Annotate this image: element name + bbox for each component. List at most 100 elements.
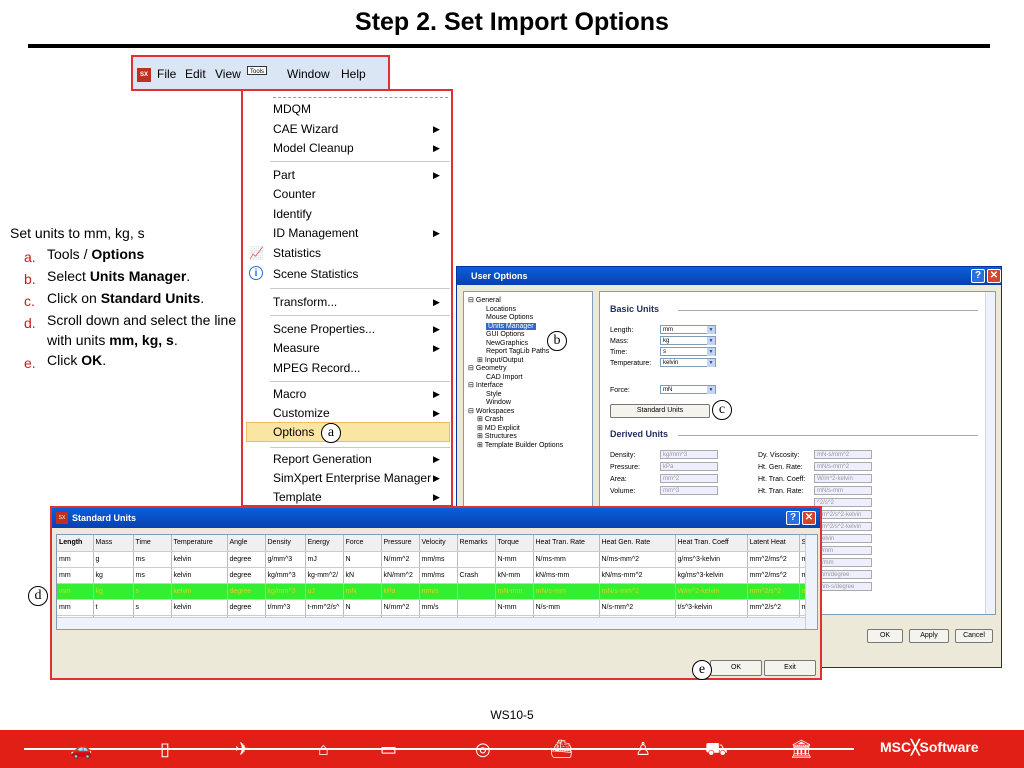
table-cell: kelvin xyxy=(171,567,228,584)
density-field: kg/mm^3 xyxy=(660,450,718,459)
step-a: Tools / Options xyxy=(47,246,145,262)
column-header[interactable]: Torque xyxy=(495,535,534,552)
table-cell: g/ms^3-kelvin xyxy=(675,551,748,568)
close-icon[interactable]: ✕ xyxy=(802,511,816,525)
menu-item-identify[interactable]: Identify xyxy=(273,205,312,223)
force-select[interactable]: mN ▼ xyxy=(660,385,716,394)
column-header[interactable]: Heat Gen. Rate xyxy=(599,535,676,552)
volume-field: mm^3 xyxy=(660,486,718,495)
airplane-icon: ✈ xyxy=(235,739,251,759)
time-select[interactable]: s ▼ xyxy=(660,347,716,356)
menu-item-id-management[interactable]: ID Management xyxy=(273,224,358,242)
menu-item-scene-properties[interactable]: Scene Properties... xyxy=(273,320,375,338)
menu-item-macro[interactable]: Macro xyxy=(273,385,306,403)
menu-item-template[interactable]: Template xyxy=(273,488,322,505)
column-header[interactable]: Remarks xyxy=(457,535,496,552)
table-row[interactable]: mm g ms kelvin degree g/mm^3 mJ N N/mm^2 mm/ms N-m… xyxy=(57,551,811,568)
column-header[interactable]: Density xyxy=(265,535,306,552)
column-header[interactable]: Heat Tran. Coeff xyxy=(675,535,748,552)
menu-edit[interactable]: Edit xyxy=(183,66,208,82)
derived-field: -s/mm xyxy=(814,558,872,567)
ht-gen-rate-field: mN/s-mm^2 xyxy=(814,462,872,471)
table-cell xyxy=(457,599,496,616)
mass-label: Mass: xyxy=(610,338,629,345)
car-icon: 🚗 xyxy=(70,739,93,759)
column-header[interactable]: Velocity xyxy=(419,535,458,552)
submenu-arrow-icon: ▶ xyxy=(433,324,440,334)
menu-item-part[interactable]: Part xyxy=(273,166,295,184)
tree-expander-icon[interactable]: ⊟ xyxy=(468,408,474,415)
menu-window[interactable]: Window xyxy=(285,66,332,82)
column-header[interactable]: Angle xyxy=(227,535,266,552)
menu-item-report-generation[interactable]: Report Generation xyxy=(273,450,372,468)
horizontal-scrollbar[interactable] xyxy=(57,617,805,629)
tree-expander-icon[interactable]: ⊞ xyxy=(477,442,483,449)
column-header[interactable]: Mass xyxy=(93,535,134,552)
table-cell: N/mm^2 xyxy=(381,599,420,616)
tree-expander-icon[interactable]: ⊟ xyxy=(468,297,474,304)
standard-units-table: Length Mass Time Temperature Angle Density Ene… xyxy=(57,535,811,629)
menu-file[interactable]: File xyxy=(155,66,178,82)
brand-logo: MSC╳Software xyxy=(880,739,979,755)
column-header[interactable]: Temperature xyxy=(171,535,228,552)
temperature-select[interactable]: kelvin ▼ xyxy=(660,358,716,367)
length-select[interactable]: mm ▼ xyxy=(660,325,716,334)
step-d: Scroll down and select the line with uni… xyxy=(47,312,237,348)
tree-expander-icon[interactable]: ⊞ xyxy=(477,357,483,364)
menu-item-customize[interactable]: Customize xyxy=(273,404,330,422)
column-header[interactable]: Heat Tran. Rate xyxy=(533,535,600,552)
menu-tools[interactable]: Tools xyxy=(247,66,268,75)
table-cell: kg/mm^3 xyxy=(265,583,306,600)
time-label: Time: xyxy=(610,349,628,356)
ht-tran-rate-field: mN/s-mm xyxy=(814,486,872,495)
tree-expander-icon[interactable]: ⊞ xyxy=(477,416,483,423)
menu-item-counter[interactable]: Counter xyxy=(273,185,316,203)
close-icon[interactable]: ✕ xyxy=(987,269,1001,283)
tree-node[interactable]: ⊞ Template Builder Options xyxy=(477,441,563,450)
table-cell: kN/mm^2 xyxy=(381,567,420,584)
help-icon[interactable]: ? xyxy=(786,511,800,525)
callout-e: e xyxy=(692,660,712,680)
menu-item-mdqm[interactable]: MDQM xyxy=(273,100,311,118)
table-cell: g/mm^3 xyxy=(265,551,306,568)
table-cell: N-mm xyxy=(495,551,534,568)
column-header[interactable]: Length xyxy=(57,535,94,552)
derived-field: N/mm xyxy=(814,546,872,555)
callout-a: a xyxy=(321,423,341,443)
menu-item-cae-wizard[interactable]: CAE Wizard xyxy=(273,120,338,138)
column-header[interactable]: Pressure xyxy=(381,535,420,552)
exit-button[interactable]: Exit xyxy=(764,660,816,676)
menu-item-options[interactable]: Options xyxy=(273,423,314,441)
column-header[interactable]: Latent Heat xyxy=(747,535,800,552)
table-cell: t xyxy=(93,599,134,616)
menu-item-model-cleanup[interactable]: Model Cleanup xyxy=(273,139,354,157)
help-icon[interactable]: ? xyxy=(971,269,985,283)
table-row[interactable]: mm kg ms kelvin degree kg/mm^3 kg-mm^2/kN kN/mm… xyxy=(57,567,811,584)
cancel-button[interactable]: Cancel xyxy=(955,629,993,643)
vertical-scrollbar[interactable] xyxy=(985,292,995,614)
table-cell: kg-mm^2/ xyxy=(305,567,344,584)
table-cell: mN-mm xyxy=(495,583,534,600)
table-vertical-scrollbar[interactable] xyxy=(805,535,817,629)
table-row[interactable]: mm kg s kelvin degree kg/mm^3 uJ mN kPa mm/s mN-mm… xyxy=(57,583,811,600)
su-ok-button[interactable]: OK xyxy=(710,660,762,676)
table-row[interactable]: mm t s kelvin degree t/mm^3 t-mm^2/s^ N N/mm^2 mm… xyxy=(57,599,811,616)
table-cell: kelvin xyxy=(171,551,228,568)
column-header[interactable]: Time xyxy=(133,535,172,552)
apply-button[interactable]: Apply xyxy=(909,629,949,643)
column-header[interactable]: Energy xyxy=(305,535,344,552)
standard-units-button[interactable]: Standard Units xyxy=(610,404,710,418)
tree-expander-icon[interactable]: ⊟ xyxy=(468,382,474,389)
tree-expander-icon[interactable]: ⊞ xyxy=(477,433,483,440)
chevron-down-icon: ▼ xyxy=(707,386,715,394)
uo-ok-button[interactable]: OK xyxy=(867,629,903,643)
tearoff-line xyxy=(273,97,448,98)
menu-view[interactable]: View xyxy=(213,66,243,82)
tree-expander-icon[interactable]: ⊞ xyxy=(477,425,483,432)
menu-help[interactable]: Help xyxy=(339,66,368,82)
mass-select[interactable]: kg ▼ xyxy=(660,336,716,345)
column-header[interactable]: Force xyxy=(343,535,382,552)
tree-expander-icon[interactable]: ⊟ xyxy=(468,365,474,372)
menu-item-simxpert-enterprise-manager[interactable]: SimXpert Enterprise Manager xyxy=(273,469,431,487)
table-cell: kPa xyxy=(381,583,420,600)
